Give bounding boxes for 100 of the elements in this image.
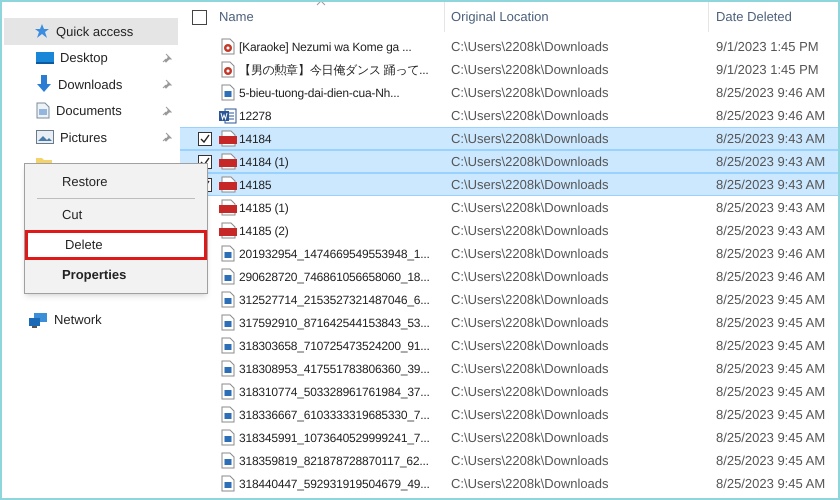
file-name: 14185: [239, 176, 272, 194]
date-deleted: 8/25/2023 9:45 AM: [715, 290, 826, 309]
file-name: 【男の勲章】今日俺ダンス 踊って...: [239, 62, 429, 78]
image-file-icon: [221, 429, 235, 446]
original-location: C:\Users\2208k\Downloads: [450, 60, 610, 79]
image-file-icon: [221, 383, 235, 400]
original-location: C:\Users\2208k\Downloads: [450, 222, 610, 240]
file-row[interactable]: 5-bieu-tuong-dai-dien-cua-Nh... C:\Users\2208k\Downloads 8/25/2023 9:46 AM: [180, 81, 838, 104]
original-location: C:\Users\2208k\Downloads: [450, 382, 610, 401]
date-deleted: 8/25/2023 9:46 AM: [715, 268, 826, 286]
original-location: C:\Users\2208k\Downloads: [450, 176, 610, 194]
image-file-icon: [221, 452, 235, 469]
file-name: 318310774_503328961761984_37...: [239, 384, 430, 400]
row-checkbox[interactable]: [198, 132, 212, 146]
file-name: [Karaoke] Nezumi wa Kome ga ...: [239, 38, 412, 56]
file-name: 318345991_1073640529999241_7...: [239, 430, 430, 446]
date-deleted: 8/25/2023 9:45 AM: [715, 360, 826, 378]
file-name: 317592910_871642544153843_53...: [239, 314, 430, 332]
original-location: C:\Users\2208k\Downloads: [450, 198, 610, 217]
date-deleted: 8/25/2023 9:45 AM: [715, 452, 826, 470]
column-header[interactable]: Date Deleted: [709, 2, 838, 32]
date-deleted: 8/25/2023 9:45 AM: [715, 474, 826, 493]
image-file-icon: [221, 314, 235, 331]
file-name: 318303658_710725473524200_91...: [239, 338, 430, 354]
image-file-icon: [221, 475, 235, 492]
original-location: C:\Users\2208k\Downloads: [450, 268, 610, 286]
original-location: C:\Users\2208k\Downloads: [450, 406, 610, 424]
sidebar-item[interactable]: Desktop: [2, 44, 180, 71]
word-file-icon: [219, 108, 237, 124]
date-deleted: 8/25/2023 9:45 AM: [715, 406, 826, 424]
column-header[interactable]: Original Location: [445, 2, 709, 32]
image-file-icon: [221, 268, 235, 285]
image-file-icon: [221, 84, 235, 101]
file-name: 312527714_2153527321487046_6...: [239, 292, 430, 308]
original-location: C:\Users\2208k\Downloads: [450, 474, 610, 493]
sidebar-item[interactable]: Downloads: [2, 71, 180, 98]
original-location: C:\Users\2208k\Downloads: [450, 290, 610, 309]
video-file-icon: [221, 38, 235, 55]
date-deleted: 8/25/2023 9:43 AM: [715, 176, 826, 194]
original-location: C:\Users\2208k\Downloads: [450, 452, 610, 470]
image-file-icon: [221, 406, 235, 423]
file-name: 14185 (2): [239, 222, 289, 240]
pdf-file-icon: [219, 153, 237, 170]
document-icon: [36, 102, 50, 120]
file-name: 14184: [239, 130, 272, 148]
date-deleted: 8/25/2023 9:45 AM: [715, 314, 826, 332]
file-row[interactable]: 312527714_2153527321487046_6... C:\Users\2208k\Downloads 8/25/2023 9:45 AM: [180, 288, 838, 311]
date-deleted: 9/1/2023 1:45 PM: [715, 60, 820, 79]
file-name: 201932954_1474669549553948_1...: [239, 246, 430, 262]
file-row[interactable]: 【男の勲章】今日俺ダンス 踊って... C:\Users\2208k\Downloads 9/1/2023 1:45 PM: [180, 58, 838, 81]
file-row[interactable]: 318303658_710725473524200_91... C:\Users\2208k\Downloads 8/25/2023 9:45 AM: [180, 334, 838, 357]
file-name: 318440447_592931919504679_49...: [239, 476, 430, 492]
file-name: 318359819_821878728870117_62...: [239, 452, 429, 470]
sidebar-item[interactable]: Documents: [2, 98, 180, 124]
original-location: C:\Users\2208k\Downloads: [450, 152, 610, 171]
file-row[interactable]: 318308953_417551783806360_39... C:\Users\2208k\Downloads 8/25/2023 9:45 AM: [180, 357, 838, 380]
monitor-icon: [36, 50, 54, 65]
download-arrow-icon: [36, 75, 52, 94]
video-file-icon: [221, 61, 235, 78]
sidebar-item[interactable]: Network: [2, 307, 180, 333]
pdf-file-icon: [219, 130, 237, 147]
date-deleted: 8/25/2023 9:43 AM: [715, 222, 826, 240]
file-row[interactable]: [Karaoke] Nezumi wa Kome ga ... C:\Users\2208k\Downloads 9/1/2023 1:45 PM: [180, 35, 838, 58]
star-icon: [34, 23, 50, 40]
file-row[interactable]: 318359819_821878728870117_62... C:\Users\2208k\Downloads 8/25/2023 9:45 AM: [180, 449, 838, 472]
original-location: C:\Users\2208k\Downloads: [450, 130, 610, 148]
original-location: C:\Users\2208k\Downloads: [450, 314, 610, 332]
original-location: C:\Users\2208k\Downloads: [450, 244, 610, 263]
date-deleted: 9/1/2023 1:45 PM: [715, 38, 820, 56]
file-name: 5-bieu-tuong-dai-dien-cua-Nh...: [239, 84, 400, 102]
file-name: 14185 (1): [239, 200, 289, 216]
original-location: C:\Users\2208k\Downloads: [450, 84, 610, 102]
file-row[interactable]: 14184 C:\Users\2208k\Downloads 8/25/2023 9:43 AM: [180, 127, 838, 150]
date-deleted: 8/25/2023 9:45 AM: [715, 336, 826, 355]
sidebar-item[interactable]: Quick access: [4, 18, 178, 44]
picture-icon: [36, 130, 54, 144]
image-file-icon: [221, 360, 235, 377]
original-location: C:\Users\2208k\Downloads: [450, 336, 610, 355]
date-deleted: 8/25/2023 9:45 AM: [715, 382, 826, 401]
date-deleted: 8/25/2023 9:43 AM: [715, 130, 826, 148]
file-row[interactable]: 12278 C:\Users\2208k\Downloads 8/25/2023 9:46 AM: [180, 104, 838, 127]
original-location: C:\Users\2208k\Downloads: [450, 38, 610, 56]
date-deleted: 8/25/2023 9:45 AM: [715, 428, 826, 447]
sidebar-item[interactable]: Pictures: [2, 124, 180, 150]
file-name: 14184 (1): [239, 154, 289, 170]
file-row[interactable]: 318345991_1073640529999241_7... C:\Users\2208k\Downloads 8/25/2023 9:45 AM: [180, 426, 838, 449]
file-row[interactable]: 318310774_503328961761984_37... C:\Users\2208k\Downloads 8/25/2023 9:45 AM: [180, 380, 838, 403]
image-file-icon: [221, 337, 235, 354]
date-deleted: 8/25/2023 9:46 AM: [715, 244, 826, 263]
date-deleted: 8/25/2023 9:43 AM: [715, 152, 826, 171]
file-name: 318336667_6103333319685330_7...: [239, 406, 430, 424]
menu-item[interactable]: Delete: [25, 230, 207, 260]
file-row[interactable]: 318336667_6103333319685330_7... C:\Users\2208k\Downloads 8/25/2023 9:45 AM: [180, 403, 838, 426]
file-row[interactable]: 318440447_592931919504679_49... C:\Users\2208k\Downloads 8/25/2023 9:45 AM: [180, 472, 838, 495]
column-header[interactable]: Name: [218, 2, 445, 32]
file-row[interactable]: 14184 (1) C:\Users\2208k\Downloads 8/25/2023 9:43 AM: [180, 150, 838, 173]
file-row[interactable]: 317592910_871642544153843_53... C:\Users\2208k\Downloads 8/25/2023 9:45 AM: [180, 311, 838, 334]
date-deleted: 8/25/2023 9:46 AM: [715, 84, 826, 102]
select-all-checkbox[interactable]: [192, 10, 207, 24]
image-file-icon: [221, 291, 235, 308]
